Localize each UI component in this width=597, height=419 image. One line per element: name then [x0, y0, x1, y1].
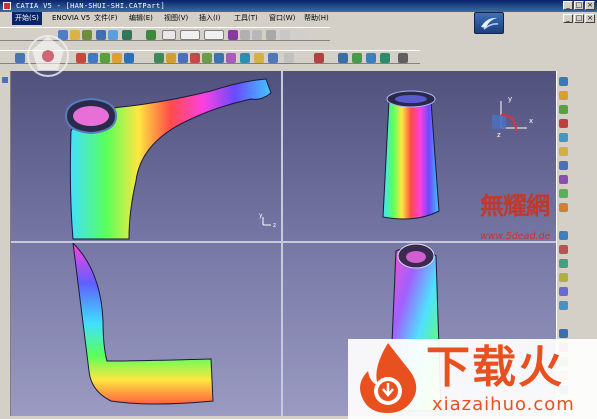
print-icon[interactable]	[96, 30, 106, 40]
compass-axes-icon[interactable]	[492, 101, 527, 132]
minimize-button[interactable]: _	[563, 1, 573, 10]
previous-icon[interactable]	[398, 53, 408, 63]
hole-icon[interactable]	[124, 53, 134, 63]
fly-icon[interactable]	[146, 30, 156, 40]
compass-x-label: x	[529, 117, 533, 125]
title-bar: CATIA V5 - [HAN-SHUI-SHI.CATPart] _ □ ×	[0, 0, 597, 12]
brand-watermark: 下载火 xiazaihuo.com	[348, 339, 597, 419]
grid-icon[interactable]	[280, 30, 290, 40]
maximize-button[interactable]: □	[574, 1, 584, 10]
menu-file[interactable]: 文件(F)	[94, 12, 118, 25]
menu-bar: 开始(S) ENOVIA V5 文件(F) 编辑(E) 视图(V) 插入(I) …	[0, 12, 597, 25]
extract-icon[interactable]	[254, 53, 264, 63]
join-tool-icon[interactable]	[559, 231, 568, 240]
viewport-horizontal-divider[interactable]	[11, 241, 556, 243]
line-icon[interactable]	[240, 30, 250, 40]
shaft-icon[interactable]	[100, 53, 110, 63]
snap-icon[interactable]	[296, 30, 306, 40]
axis-icon[interactable]	[266, 30, 276, 40]
zoom-field[interactable]	[162, 30, 176, 40]
fillet-icon[interactable]	[268, 53, 278, 63]
axis-z-label: z	[273, 222, 276, 229]
view-selector[interactable]	[180, 30, 200, 40]
globe-icon[interactable]	[380, 53, 390, 63]
fillet-tool-icon[interactable]	[559, 259, 568, 268]
menu-enovia[interactable]: ENOVIA V5	[52, 12, 90, 25]
doc-close-button[interactable]: ×	[585, 14, 595, 23]
pad-icon[interactable]	[76, 53, 86, 63]
faucet-bottom-left-view	[72, 241, 214, 405]
catia-swoosh-icon	[481, 17, 499, 30]
menu-start[interactable]: 开始(S)	[12, 12, 42, 25]
copy-icon[interactable]	[122, 30, 132, 40]
sweep-icon[interactable]	[178, 53, 188, 63]
flame-logo-icon	[360, 343, 417, 413]
view-axis-icon	[262, 217, 271, 226]
translate-icon[interactable]	[559, 273, 568, 282]
cut-icon[interactable]	[108, 30, 118, 40]
viewport-vertical-divider[interactable]	[281, 71, 283, 416]
law-icon[interactable]	[559, 329, 568, 338]
site-watermark-url: www.5dead.de	[480, 231, 551, 242]
symmetry-icon[interactable]	[559, 301, 568, 310]
split-icon[interactable]	[226, 53, 236, 63]
curve-icon[interactable]	[284, 53, 294, 63]
doc-restore-button[interactable]: □	[574, 14, 584, 23]
site-watermark-cn: 無耀網	[480, 191, 550, 220]
cylinder-icon[interactable]	[559, 175, 568, 184]
catia-compass-logo-button[interactable]	[474, 12, 504, 34]
compass-y-label: y	[508, 95, 512, 103]
fill-icon[interactable]	[166, 53, 176, 63]
brand-domain: xiazaihuo.com	[432, 394, 575, 415]
split-tool-icon[interactable]	[559, 245, 568, 254]
line-tool-icon[interactable]	[559, 105, 568, 114]
render-selector[interactable]	[204, 30, 224, 40]
join-icon[interactable]	[214, 53, 224, 63]
swap-icon[interactable]	[366, 53, 376, 63]
menu-insert[interactable]: 插入(I)	[199, 12, 221, 25]
trim-icon[interactable]	[240, 53, 250, 63]
update-icon[interactable]	[338, 53, 348, 63]
close-button[interactable]: ×	[585, 1, 595, 10]
emblem-watermark-icon	[27, 35, 69, 77]
menu-help[interactable]: 帮助(H)	[304, 12, 329, 25]
doc-minimize-button[interactable]: _	[563, 14, 573, 23]
faucet-top-right-view	[382, 90, 440, 220]
save-icon[interactable]	[82, 30, 92, 40]
axis-y-label: y	[259, 212, 263, 219]
menu-edit[interactable]: 编辑(E)	[129, 12, 153, 25]
left-toolbar	[0, 71, 11, 416]
sphere-icon[interactable]	[559, 161, 568, 170]
menu-window[interactable]: 窗口(W)	[269, 12, 295, 25]
loft-icon[interactable]	[190, 53, 200, 63]
offset-icon[interactable]	[202, 53, 212, 63]
analysis-icon[interactable]	[314, 53, 324, 63]
compass-z-label: z	[497, 131, 501, 139]
extrude-icon[interactable]	[559, 133, 568, 142]
window-title: CATIA V5 - [HAN-SHUI-SHI.CATPart]	[16, 2, 165, 10]
menu-view[interactable]: 视图(V)	[164, 12, 188, 25]
pocket-icon[interactable]	[88, 53, 98, 63]
menu-tools[interactable]: 工具(T)	[234, 12, 258, 25]
catia-app-icon[interactable]	[3, 2, 11, 10]
left-tool-icon[interactable]	[2, 77, 8, 83]
brand-title: 下载火	[426, 342, 564, 393]
measure-icon[interactable]	[252, 30, 262, 40]
sketcher-icon[interactable]	[559, 77, 568, 86]
plane-icon[interactable]	[559, 119, 568, 128]
sketch-icon[interactable]	[228, 30, 238, 40]
rotate-icon[interactable]	[559, 287, 568, 296]
groove-icon[interactable]	[112, 53, 122, 63]
revolve-icon[interactable]	[559, 147, 568, 156]
hide-show-icon[interactable]	[352, 53, 362, 63]
faucet-top-left-view	[64, 78, 272, 240]
surface-icon[interactable]	[154, 53, 164, 63]
point-icon[interactable]	[559, 91, 568, 100]
